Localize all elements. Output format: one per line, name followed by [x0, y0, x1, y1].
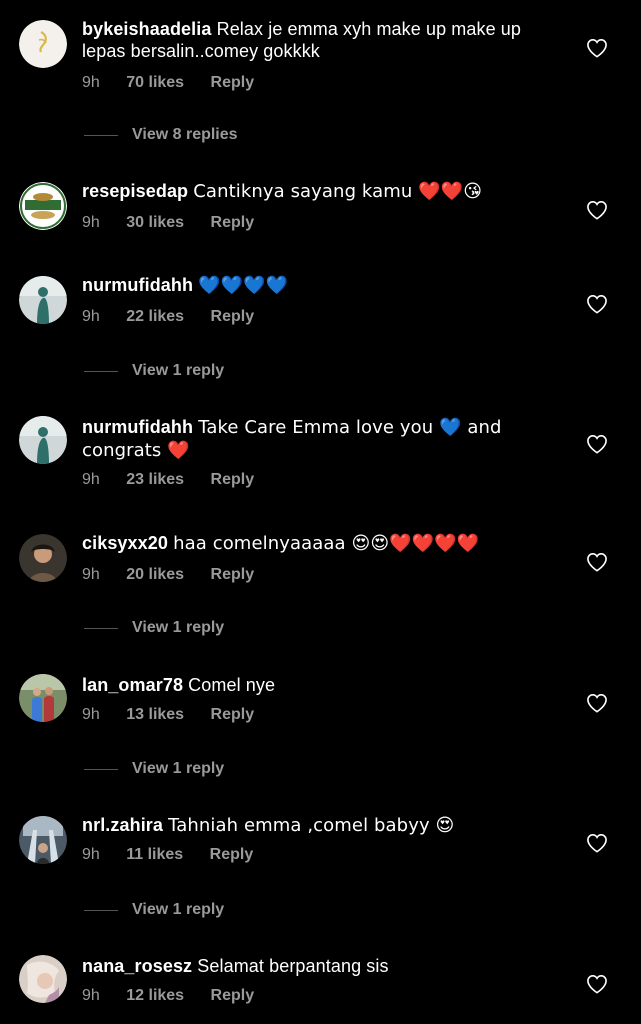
comment-body: ciksyxx20 haa comelnyaaaaa 😍😍❤️❤️❤️❤️ — [82, 532, 562, 555]
view-replies-label[interactable]: View 1 reply — [132, 362, 224, 380]
heart-outline-icon[interactable] — [586, 833, 608, 855]
replies-divider — [84, 768, 118, 770]
comment-text: haa comelnyaaaaa 😍😍❤️❤️❤️❤️ — [173, 533, 480, 554]
reply-button[interactable]: Reply — [211, 987, 255, 1004]
reply-button[interactable]: Reply — [210, 846, 254, 863]
comment-username[interactable]: resepisedap — [82, 181, 188, 201]
comment-meta: 9h 13 likes Reply — [82, 706, 276, 724]
heart-outline-icon[interactable] — [586, 294, 608, 316]
view-replies-button[interactable]: View 1 reply — [84, 362, 224, 380]
avatar[interactable] — [19, 276, 67, 324]
comment-text: Tahniah emma ,comel babyy 😍 — [168, 815, 455, 836]
comment-body: bykeishaadelia Relax je emma xyh make up… — [82, 18, 562, 62]
likes-count[interactable]: 23 likes — [126, 471, 184, 488]
heart-outline-icon[interactable] — [586, 38, 608, 60]
avatar[interactable] — [19, 955, 67, 1003]
comment-time: 9h — [82, 214, 100, 231]
comment-username[interactable]: lan_omar78 — [82, 675, 183, 695]
heart-outline-icon[interactable] — [586, 974, 608, 996]
avatar[interactable] — [19, 416, 67, 464]
view-replies-label[interactable]: View 1 reply — [132, 760, 224, 778]
comment-time: 9h — [82, 471, 100, 488]
replies-divider — [84, 134, 118, 136]
comment-body: nrl.zahira Tahniah emma ,comel babyy 😍 — [82, 814, 562, 837]
comment-username[interactable]: nurmufidahh — [82, 417, 193, 437]
heart-outline-icon[interactable] — [586, 434, 608, 456]
avatar[interactable] — [19, 182, 67, 230]
comment-meta: 9h 20 likes Reply — [82, 566, 276, 584]
comment-text: Selamat berpantang sis — [197, 956, 389, 976]
view-replies-button[interactable]: View 1 reply — [84, 901, 224, 919]
likes-count[interactable]: 30 likes — [126, 214, 184, 231]
heart-outline-icon[interactable] — [586, 693, 608, 715]
comment-time: 9h — [82, 74, 100, 91]
heart-outline-icon[interactable] — [586, 552, 608, 574]
reply-button[interactable]: Reply — [211, 74, 255, 91]
reply-button[interactable]: Reply — [211, 214, 255, 231]
comment-username[interactable]: nana_rosesz — [82, 956, 192, 976]
comment-meta: 9h 22 likes Reply — [82, 308, 276, 326]
comment-username[interactable]: nurmufidahh — [82, 275, 193, 295]
reply-button[interactable]: Reply — [211, 566, 255, 583]
comment-body: resepisedap Cantiknya sayang kamu ❤️❤️😘 — [82, 180, 562, 203]
comment-meta: 9h 11 likes Reply — [82, 846, 275, 864]
comment-time: 9h — [82, 846, 100, 863]
likes-count[interactable]: 12 likes — [126, 987, 184, 1004]
view-replies-label[interactable]: View 1 reply — [132, 901, 224, 919]
likes-count[interactable]: 70 likes — [126, 74, 184, 91]
view-replies-button[interactable]: View 8 replies — [84, 126, 238, 144]
comment-meta: 9h 12 likes Reply — [82, 987, 276, 1005]
heart-outline-icon[interactable] — [586, 200, 608, 222]
replies-divider — [84, 370, 118, 372]
avatar[interactable] — [19, 20, 67, 68]
view-replies-button[interactable]: View 1 reply — [84, 760, 224, 778]
comment-time: 9h — [82, 987, 100, 1004]
comment-text: Cantiknya sayang kamu ❤️❤️😘 — [193, 181, 483, 202]
reply-button[interactable]: Reply — [211, 308, 255, 325]
comment-body: lan_omar78 Comel nye — [82, 674, 562, 696]
comment-meta: 9h 23 likes Reply — [82, 471, 276, 489]
comment-time: 9h — [82, 706, 100, 723]
comment-body: nana_rosesz Selamat berpantang sis — [82, 955, 562, 977]
replies-divider — [84, 909, 118, 911]
comment-username[interactable]: bykeishaadelia — [82, 19, 211, 39]
comment-time: 9h — [82, 566, 100, 583]
reply-button[interactable]: Reply — [211, 471, 255, 488]
comment-username[interactable]: ciksyxx20 — [82, 533, 168, 553]
comment-time: 9h — [82, 308, 100, 325]
comment-text: Comel nye — [188, 675, 276, 695]
comment-body: nurmufidahh Take Care Emma love you 💙 an… — [82, 416, 562, 462]
comment-text: 💙💙💙💙 — [198, 275, 289, 296]
avatar[interactable] — [19, 534, 67, 582]
comment-meta: 9h 30 likes Reply — [82, 214, 276, 232]
view-replies-label[interactable]: View 8 replies — [132, 126, 238, 144]
replies-divider — [84, 627, 118, 629]
view-replies-label[interactable]: View 1 reply — [132, 619, 224, 637]
comment-username[interactable]: nrl.zahira — [82, 815, 163, 835]
likes-count[interactable]: 13 likes — [126, 706, 184, 723]
reply-button[interactable]: Reply — [211, 706, 255, 723]
comment-meta: 9h 70 likes Reply — [82, 74, 276, 92]
avatar[interactable] — [19, 816, 67, 864]
view-replies-button[interactable]: View 1 reply — [84, 619, 224, 637]
likes-count[interactable]: 11 likes — [126, 846, 183, 863]
likes-count[interactable]: 20 likes — [126, 566, 184, 583]
likes-count[interactable]: 22 likes — [126, 308, 184, 325]
avatar[interactable] — [19, 674, 67, 722]
comment-body: nurmufidahh 💙💙💙💙 — [82, 274, 562, 297]
